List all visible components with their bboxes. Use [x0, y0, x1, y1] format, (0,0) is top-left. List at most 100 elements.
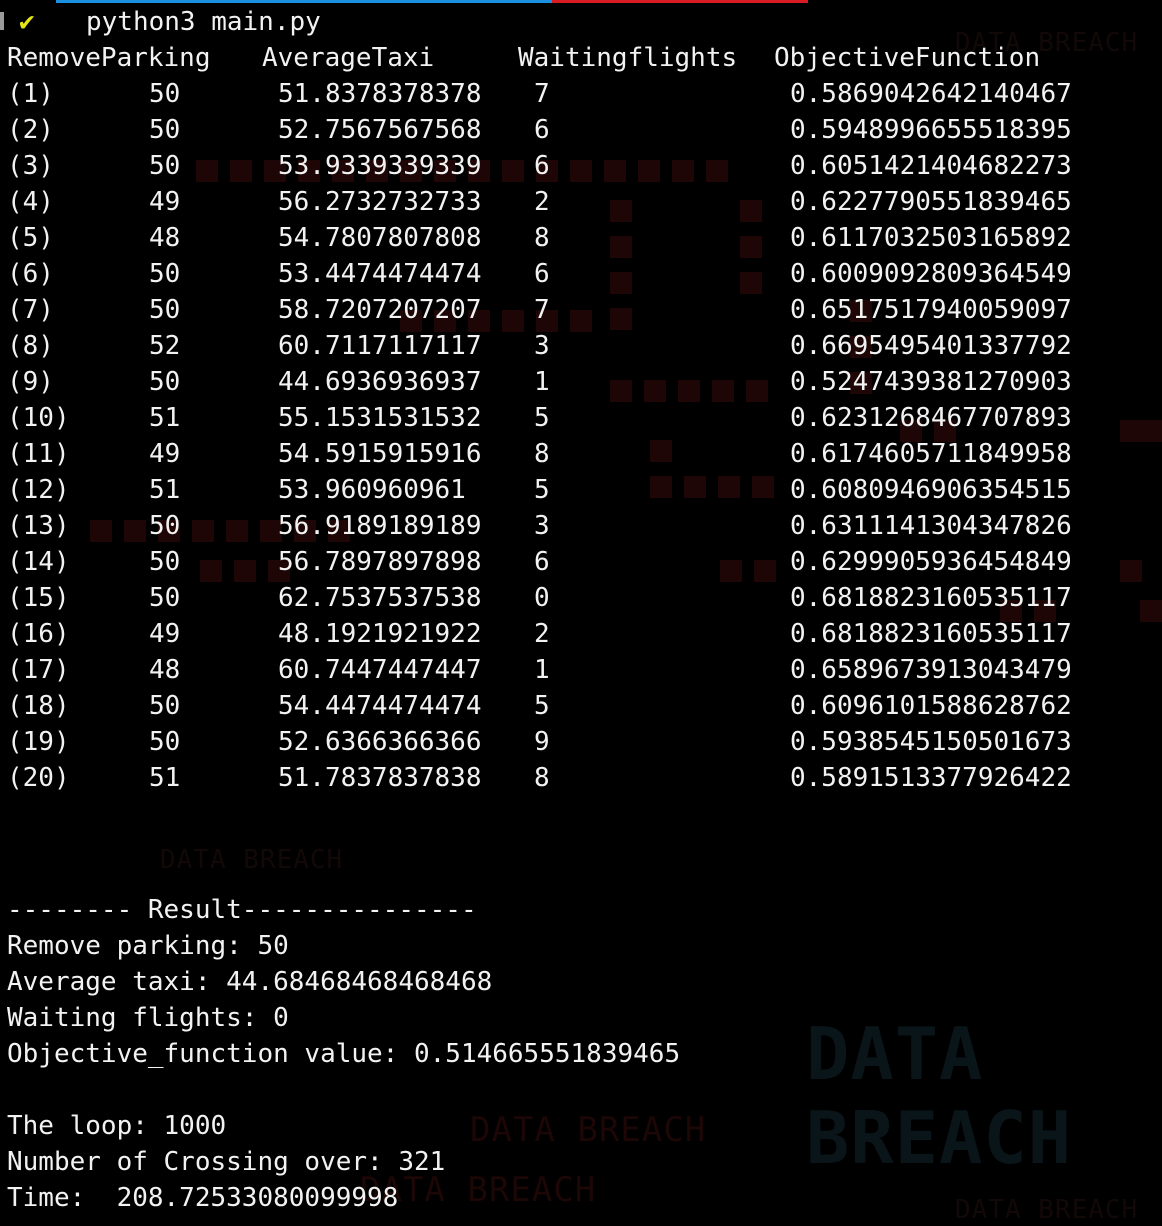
row-average-taxi: 51.7837837838 [278, 763, 482, 793]
row-average-taxi: 60.7117117117 [278, 331, 482, 361]
row-waiting-flights: 9 [534, 727, 550, 757]
row-objective-function: 0.6174605711849958 [790, 439, 1072, 469]
table-row: (13) 50 56.9189189189 3 0.6311141304347826 [7, 508, 1162, 544]
table-row: (20) 51 51.7837837838 8 0.5891513377926422 [7, 760, 1162, 796]
row-average-taxi: 54.7807807808 [278, 223, 482, 253]
blank-space [7, 796, 1162, 892]
table-header-row: RemoveParking AverageTaxi Waitingflights… [7, 40, 1162, 76]
row-remove-parking: 50 [149, 727, 181, 757]
row-remove-parking: 48 [149, 223, 181, 253]
row-waiting-flights: 8 [534, 439, 550, 469]
row-remove-parking: 49 [149, 187, 181, 217]
table-row: (18) 50 54.4474474474 5 0.6096101588628762 [7, 688, 1162, 724]
row-index: (2) [7, 115, 54, 145]
row-average-taxi: 60.7447447447 [278, 655, 482, 685]
row-objective-function: 0.6231268467707893 [790, 403, 1072, 433]
tab-indicator-red [552, 0, 808, 3]
row-remove-parking: 50 [149, 151, 181, 181]
row-waiting-flights: 1 [534, 655, 550, 685]
row-average-taxi: 44.6936936937 [278, 367, 482, 397]
result-remove-parking: Remove parking: 50 [7, 931, 289, 961]
row-waiting-flights: 3 [534, 511, 550, 541]
row-waiting-flights: 2 [534, 619, 550, 649]
result-crossing-over: Number of Crossing over: 321 [7, 1147, 446, 1177]
row-remove-parking: 51 [149, 763, 181, 793]
tab-indicator-bar [56, 0, 808, 3]
prompt-line: ✔ python3 main.py [7, 4, 1162, 40]
row-index: (5) [7, 223, 54, 253]
row-index: (15) [7, 583, 70, 613]
row-index: (1) [7, 79, 54, 109]
table-row: (8) 52 60.7117117117 3 0.6695495401337792 [7, 328, 1162, 364]
row-index: (19) [7, 727, 70, 757]
row-index: (16) [7, 619, 70, 649]
result-average-taxi: Average taxi: 44.68468468468468 [7, 967, 493, 997]
row-objective-function: 0.5247439381270903 [790, 367, 1072, 397]
table-body: (1) 50 51.8378378378 7 0.5869042642140467 (2)… [7, 76, 1162, 796]
row-objective-function: 0.6818823160535117 [790, 619, 1072, 649]
row-waiting-flights: 5 [534, 691, 550, 721]
terminal-output[interactable]: ✔ python3 main.py RemoveParking AverageT… [7, 4, 1162, 1216]
row-objective-function: 0.5891513377926422 [790, 763, 1072, 793]
header-objective-function: ObjectiveFunction [774, 43, 1041, 73]
row-objective-function: 0.6695495401337792 [790, 331, 1072, 361]
row-index: (14) [7, 547, 70, 577]
header-waiting-flights: Waitingflights [518, 43, 738, 73]
row-index: (9) [7, 367, 54, 397]
table-row: (1) 50 51.8378378378 7 0.5869042642140467 [7, 76, 1162, 112]
row-remove-parking: 51 [149, 403, 181, 433]
row-objective-function: 0.6589673913043479 [790, 655, 1072, 685]
row-waiting-flights: 5 [534, 403, 550, 433]
result-header: -------- Result--------------- [7, 895, 477, 925]
result-waiting-flights: Waiting flights: 0 [7, 1003, 289, 1033]
row-index: (20) [7, 763, 70, 793]
row-objective-function: 0.6117032503165892 [790, 223, 1072, 253]
row-waiting-flights: 3 [534, 331, 550, 361]
row-waiting-flights: 7 [534, 295, 550, 325]
row-remove-parking: 49 [149, 439, 181, 469]
header-average-taxi: AverageTaxi [262, 43, 435, 73]
row-remove-parking: 49 [149, 619, 181, 649]
row-average-taxi: 53.960960961 [278, 475, 466, 505]
row-index: (7) [7, 295, 54, 325]
table-row: (17) 48 60.7447447447 1 0.6589673913043479 [7, 652, 1162, 688]
result-objective-value: Objective_function value: 0.514665551839… [7, 1039, 681, 1069]
row-waiting-flights: 7 [534, 79, 550, 109]
row-average-taxi: 52.6366366366 [278, 727, 482, 757]
table-row: (4) 49 56.2732732733 2 0.6227790551839465 [7, 184, 1162, 220]
row-index: (12) [7, 475, 70, 505]
row-remove-parking: 52 [149, 331, 181, 361]
row-waiting-flights: 8 [534, 223, 550, 253]
table-row: (10) 51 55.1531531532 5 0.6231268467707893 [7, 400, 1162, 436]
row-index: (13) [7, 511, 70, 541]
row-objective-function: 0.6311141304347826 [790, 511, 1072, 541]
row-average-taxi: 55.1531531532 [278, 403, 482, 433]
result-time: Time: 208.72533080099998 [7, 1183, 399, 1213]
row-objective-function: 0.6096101588628762 [790, 691, 1072, 721]
row-index: (6) [7, 259, 54, 289]
row-waiting-flights: 6 [534, 115, 550, 145]
row-waiting-flights: 8 [534, 763, 550, 793]
row-waiting-flights: 1 [534, 367, 550, 397]
row-waiting-flights: 6 [534, 547, 550, 577]
table-row: (7) 50 58.7207207207 7 0.6517517940059097 [7, 292, 1162, 328]
table-row: (19) 50 52.6366366366 9 0.5938545150501673 [7, 724, 1162, 760]
row-average-taxi: 48.1921921922 [278, 619, 482, 649]
row-objective-function: 0.6227790551839465 [790, 187, 1072, 217]
table-row: (2) 50 52.7567567568 6 0.5948996655518395 [7, 112, 1162, 148]
row-remove-parking: 50 [149, 547, 181, 577]
row-average-taxi: 53.4474474474 [278, 259, 482, 289]
row-waiting-flights: 2 [534, 187, 550, 217]
row-remove-parking: 50 [149, 295, 181, 325]
row-remove-parking: 50 [149, 79, 181, 109]
row-index: (8) [7, 331, 54, 361]
row-objective-function: 0.6051421404682273 [790, 151, 1072, 181]
row-objective-function: 0.6818823160535117 [790, 583, 1072, 613]
row-index: (11) [7, 439, 70, 469]
row-average-taxi: 54.4474474474 [278, 691, 482, 721]
row-average-taxi: 56.7897897898 [278, 547, 482, 577]
table-row: (3) 50 53.9339339339 6 0.6051421404682273 [7, 148, 1162, 184]
header-remove-parking: RemoveParking [7, 43, 211, 73]
row-remove-parking: 50 [149, 115, 181, 145]
row-average-taxi: 53.9339339339 [278, 151, 482, 181]
